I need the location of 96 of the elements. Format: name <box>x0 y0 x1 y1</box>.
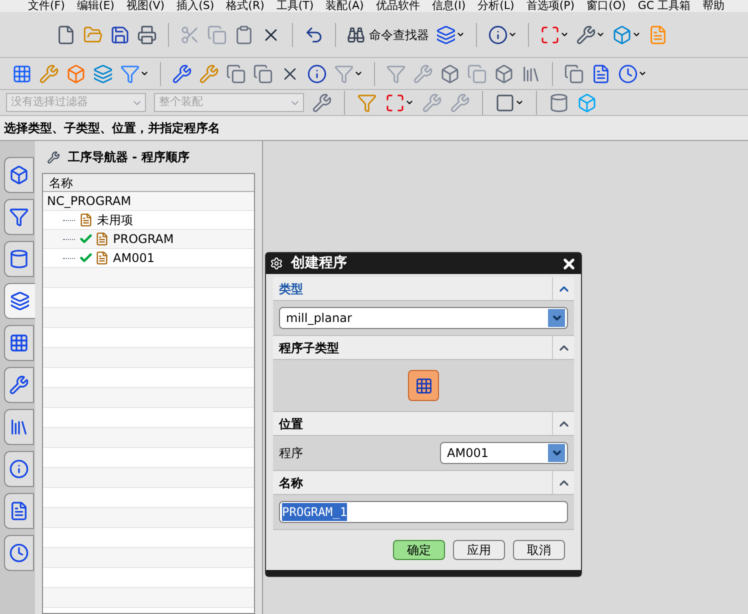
caret-icon[interactable] <box>405 98 414 107</box>
info-icon[interactable] <box>307 64 327 84</box>
caret-icon[interactable] <box>638 69 647 78</box>
program-select[interactable]: AM001 <box>440 442 568 464</box>
layers-icon[interactable] <box>93 64 113 84</box>
tree-row[interactable]: AM001 <box>43 249 254 268</box>
tree-item-label: 未用项 <box>97 212 133 229</box>
cube-icon[interactable] <box>494 64 514 84</box>
menu-item[interactable]: 帮助 <box>702 0 725 12</box>
resource-tab[interactable] <box>4 241 34 277</box>
dialog-button[interactable]: 应用 <box>453 540 505 560</box>
info-icon[interactable] <box>488 24 508 44</box>
type-select[interactable]: mill_planar <box>279 307 568 329</box>
dialog-title: 创建程序 <box>291 254 347 273</box>
close-icon[interactable] <box>561 256 577 272</box>
resource-tab[interactable] <box>4 157 34 193</box>
clock-icon[interactable] <box>618 64 638 84</box>
menu-item[interactable]: 工具(T) <box>276 0 314 12</box>
navigator-title: 工序导航器 - 程序顺序 <box>68 149 190 166</box>
menu-item[interactable]: 格式(R) <box>226 0 264 12</box>
menu-item[interactable]: 窗口(O) <box>586 0 626 12</box>
wrench-icon[interactable] <box>172 64 192 84</box>
caret-icon[interactable] <box>140 69 149 78</box>
cube-icon <box>9 165 29 185</box>
resource-tab[interactable] <box>4 199 34 235</box>
copy-icon[interactable] <box>253 64 273 84</box>
clock-icon <box>9 543 29 563</box>
menu-item[interactable]: 插入(S) <box>176 0 214 12</box>
grid-icon <box>9 333 29 353</box>
dialog-button[interactable]: 确定 <box>393 540 445 560</box>
undo-icon[interactable] <box>304 24 324 44</box>
wrench-icon[interactable] <box>576 24 596 44</box>
program-subtype-button[interactable] <box>408 370 439 401</box>
document-icon[interactable] <box>56 24 76 44</box>
section-header[interactable]: 位置 <box>273 412 574 436</box>
tree-item-label: PROGRAM <box>113 231 174 248</box>
caret-icon[interactable] <box>560 30 569 39</box>
caret-icon[interactable] <box>515 98 524 107</box>
caret-icon[interactable] <box>632 30 641 39</box>
resource-tab[interactable] <box>4 451 34 487</box>
resource-tab[interactable] <box>4 283 36 319</box>
dialog-button[interactable]: 取消 <box>513 540 565 560</box>
grid-icon[interactable] <box>12 64 32 84</box>
section-header[interactable]: 名称 <box>273 471 574 495</box>
copy-icon[interactable] <box>226 64 246 84</box>
caret-icon[interactable] <box>456 30 465 39</box>
caret-icon[interactable] <box>596 30 605 39</box>
column-header[interactable]: 名称 <box>43 174 254 192</box>
info-icon <box>9 459 29 479</box>
clipboard-icon[interactable] <box>234 24 254 44</box>
tree-item-label: NC_PROGRAM <box>47 193 132 210</box>
tree-item-label: AM001 <box>113 250 154 267</box>
section-header[interactable]: 类型 <box>273 277 574 301</box>
tree-row[interactable]: 未用项 <box>43 211 254 230</box>
copy-icon[interactable] <box>564 64 584 84</box>
menu-item[interactable]: 分析(L) <box>478 0 514 12</box>
cylinder-icon <box>9 249 29 269</box>
selection-box-icon[interactable] <box>495 92 515 112</box>
menu-item[interactable]: 视图(V) <box>126 0 165 12</box>
menu-item[interactable]: 信息(I) <box>432 0 466 12</box>
save-icon[interactable] <box>110 24 130 44</box>
printer-icon[interactable] <box>137 24 157 44</box>
resource-tab[interactable] <box>4 409 34 445</box>
books-icon <box>9 417 29 437</box>
document-icon <box>9 501 29 521</box>
resource-tab[interactable] <box>4 325 34 361</box>
tree-row[interactable]: PROGRAM <box>43 230 254 249</box>
folder-icon <box>95 232 109 246</box>
layers-icon <box>10 291 30 311</box>
folder-icon <box>79 213 93 227</box>
resource-tab[interactable] <box>4 535 34 571</box>
menu-item[interactable]: 编辑(E) <box>76 0 114 12</box>
menu-item[interactable]: 优品软件 <box>376 0 420 12</box>
name-input-field[interactable]: PROGRAM_1 <box>279 501 568 523</box>
binoculars-icon <box>347 26 365 44</box>
sheet-icon[interactable] <box>591 64 611 84</box>
caret-icon[interactable] <box>354 69 363 78</box>
funnel-icon <box>9 207 29 227</box>
menu-item[interactable]: 装配(A) <box>326 0 364 12</box>
resource-tab[interactable] <box>4 493 34 529</box>
tree-row[interactable]: NC_PROGRAM <box>43 192 254 211</box>
settings-icon[interactable] <box>270 257 283 270</box>
wrench-icon <box>9 375 29 395</box>
layers-icon[interactable] <box>436 24 456 44</box>
resource-tab[interactable] <box>4 367 34 403</box>
field-label: 程序 <box>279 445 303 462</box>
wrench-icon[interactable] <box>312 92 332 112</box>
menu-item[interactable]: 文件(F) <box>28 0 65 12</box>
section-header[interactable]: 程序子类型 <box>273 336 574 360</box>
menu-item[interactable]: 首选项(P) <box>526 0 575 12</box>
book-icon[interactable] <box>521 64 541 84</box>
menu-item[interactable]: GC 工具箱 <box>638 0 691 12</box>
folder-icon <box>95 251 109 265</box>
caret-icon[interactable] <box>508 30 517 39</box>
cube-icon[interactable] <box>440 64 460 84</box>
command-finder-button[interactable]: 命令查找器 <box>347 26 429 44</box>
